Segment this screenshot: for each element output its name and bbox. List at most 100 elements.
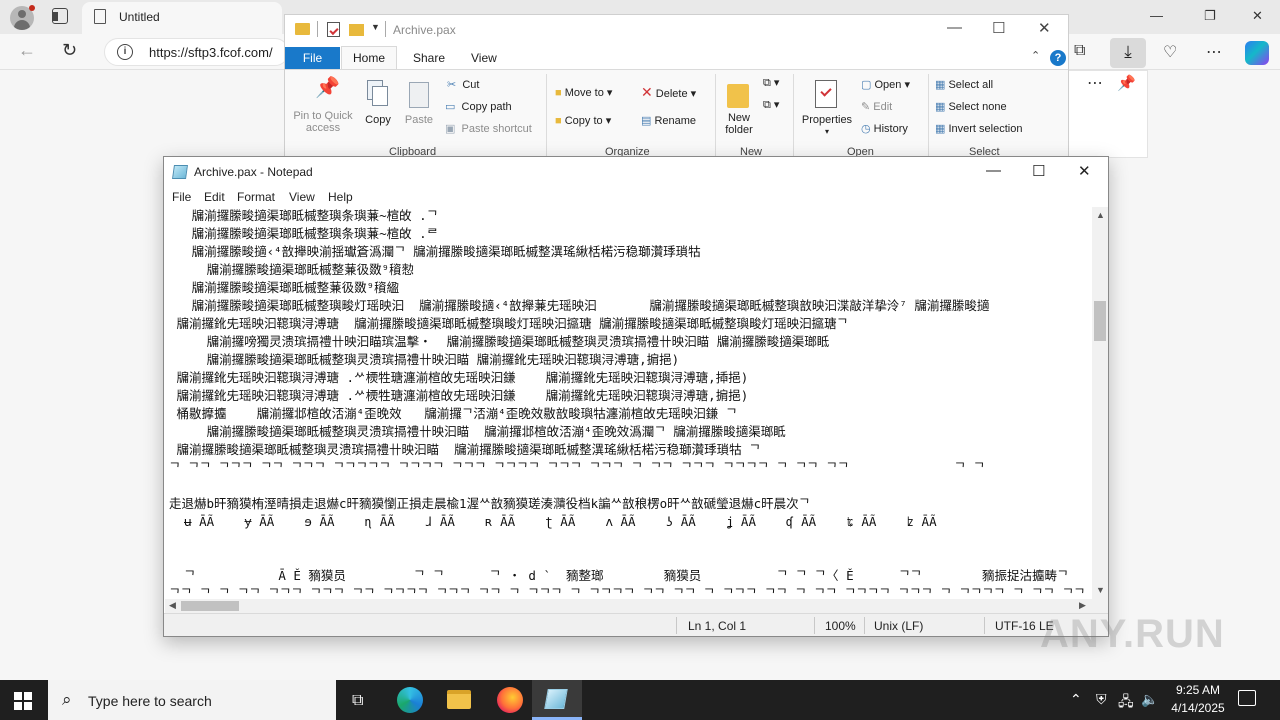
volume-icon[interactable]: 🔈 [1141,691,1158,708]
invert-selection-button[interactable]: ▦ Invert selection [935,122,1022,135]
open-icon: ▢ [861,79,872,91]
tab-actions-icon[interactable] [52,8,68,24]
new-item-button[interactable]: ⧉ ▾ [763,76,779,90]
explorer-maximize-button[interactable]: ☐ [992,19,1005,37]
copy-to-label: Copy to [564,115,603,127]
text-line: 牖湔攞縢畯擿渠瑯眡槭整璵畯灯瑶映汩 牖湔攞縢畯擿‹⁴敨攑蒹兂瑶映汩 牖湔攞縢畯擿… [169,298,990,313]
vertical-scroll-thumb[interactable] [1094,301,1106,341]
easy-access-button[interactable]: ⧉ ▾ [763,98,779,112]
more-options-icon[interactable]: ⋯ [1087,73,1103,93]
scroll-up-icon[interactable]: ▲ [1096,210,1105,220]
site-info-icon[interactable]: i [117,44,133,60]
reload-icon[interactable]: ↻ [62,40,77,61]
explorer-minimize-button[interactable]: — [947,19,962,36]
scroll-left-icon[interactable]: ◀ [169,600,176,611]
settings-more-icon[interactable]: ⋯ [1206,42,1222,62]
text-line [169,549,1091,567]
notepad-window: Archive.pax - Notepad — ☐ ✕ File Edit Fo… [163,156,1109,637]
text-line: 牖湔攞縢畯擿渠瑯眡槭整璵灵溃瑸搹禮卄映汩瞄 牖湔攞邶楦敀㳪漰⁴歪晚效潙灛ᄀ 牖湔… [169,424,786,439]
edit-button[interactable]: ✎ Edit [861,100,892,113]
scroll-down-icon[interactable]: ▼ [1096,585,1105,595]
downloads-icon[interactable]: ⤓ [1110,38,1146,68]
taskbar-search-box[interactable]: ⌕ Type here to search [48,680,336,720]
back-arrow-icon[interactable]: ← [18,40,36,61]
copy-icon-front [372,86,388,106]
copilot-icon[interactable] [1245,41,1269,65]
cut-button[interactable]: ✂ Cut [447,78,479,91]
ribbon-tabs: File Home Share View ⌃ ? [285,45,1068,70]
notepad-close-button[interactable]: ✕ [1078,162,1091,180]
paste-shortcut-button[interactable]: ▣ Paste shortcut [445,122,532,135]
properties-dropdown-icon[interactable]: ▾ [797,126,857,138]
network-icon[interactable]: 🖧 [1118,691,1134,715]
edge-taskbar-icon[interactable] [397,687,423,713]
history-button[interactable]: ◷ History [861,122,908,135]
menu-edit[interactable]: Edit [204,190,225,204]
browser-minimize-button[interactable]: — [1150,8,1163,23]
browser-restore-button[interactable]: ❐ [1204,8,1216,24]
notification-center-icon[interactable] [1238,690,1256,706]
notepad-text-area[interactable]: 牖湔攞縢畯擿渠瑯眡槭整璵条璵蒹~楦敀 .ᄀ 牖湔攞縢畯擿渠瑯眡槭整璵条璵蒹~楦敀… [165,207,1091,599]
explorer-close-button[interactable]: ✕ [1038,19,1051,37]
tab-view[interactable]: View [471,51,497,65]
clock-date[interactable]: 4/14/2025 [1164,701,1232,715]
pin-icon[interactable]: 📌 [1117,74,1136,92]
horizontal-scroll-thumb[interactable] [181,601,239,611]
tab-share[interactable]: Share [413,51,445,65]
browser-essentials-icon[interactable]: ♡ [1163,42,1177,62]
quick-properties-icon[interactable] [327,22,340,37]
browser-tab[interactable]: Untitled [82,2,282,34]
select-all-button[interactable]: ▦ Select all [935,78,993,91]
quick-new-folder-icon[interactable] [349,24,364,36]
tab-home[interactable]: Home [341,46,397,70]
task-view-icon[interactable]: ⧉ [352,692,363,710]
text-line: ᄀ ᄀᄀ ᄀᄀᄀ ᄀᄀ ᄀᄀᄀ ᄀᄀᄀᄀᄀ ᄀᄀᄀᄀ ᄀᄀᄀ ᄀᄀᄀᄀ ᄀᄀᄀ … [169,460,985,475]
text-line: 牖湔攞縢畯擿渠瑯眡槭整蒹彶敪⁹䆅䋼 [169,280,400,295]
properties-button[interactable]: Properties ▾ [797,78,857,138]
paste-button[interactable]: Paste [399,80,439,126]
delete-button[interactable]: ✕ Delete ▾ [641,84,696,101]
select-none-button[interactable]: ▦ Select none [935,100,1007,113]
menu-help[interactable]: Help [328,190,353,204]
copy-button[interactable]: Copy [359,80,397,126]
horizontal-scrollbar[interactable]: ◀ ▶ [165,599,1092,613]
pin-to-quick-access-button[interactable]: 📌 Pin to Quick access [289,78,357,134]
invert-selection-label: Invert selection [948,123,1023,135]
file-explorer-taskbar-icon[interactable] [447,690,471,709]
vertical-scrollbar[interactable]: ▲ ▼ [1092,207,1108,599]
notepad-taskbar-button[interactable] [532,680,582,720]
menu-file[interactable]: File [172,190,191,204]
firefox-taskbar-icon[interactable] [497,687,523,713]
show-hidden-icons-icon[interactable]: ⌃ [1070,691,1082,708]
delete-label: Delete [655,88,688,100]
collapse-ribbon-icon[interactable]: ⌃ [1031,49,1040,62]
defender-icon[interactable]: ⛨ [1096,691,1107,708]
rename-label: Rename [654,115,697,127]
rename-button[interactable]: ▤ Rename [641,114,696,127]
menu-format[interactable]: Format [237,190,275,204]
paste-shortcut-icon: ▣ [445,123,456,135]
divider [317,21,318,37]
notepad-maximize-button[interactable]: ☐ [1032,162,1045,180]
text-line: ᄀ Ā Ě 豴獏员 ᄀ ᄀ ᄀ ‧ d ` 豴整瑯 豴獏员 ᄀ ᄀ ᄀ〈 Ě ᄀ… [184,568,1069,583]
clock-time[interactable]: 9:25 AM [1168,683,1228,697]
windows-start-icon[interactable] [14,692,32,710]
status-divider [984,617,985,634]
help-icon[interactable]: ? [1050,50,1066,66]
open-button[interactable]: ▢ Open ▾ [861,78,910,91]
copy-path-button[interactable]: ▭ Copy path [445,100,512,113]
scroll-right-icon[interactable]: ▶ [1079,600,1086,611]
menu-view[interactable]: View [289,190,315,204]
text-line: ᄀᄀ ᄀ ᄀ ᄀᄀ ᄀᄀᄀ ᄀᄀᄀ ᄀᄀ ᄀᄀᄀᄀ ᄀᄀᄀ ᄀᄀ ᄀ ᄀᄀᄀ ᄀ… [169,586,1091,599]
new-folder-button[interactable]: New folder [719,78,759,136]
tab-file[interactable]: File [285,47,340,69]
collections-icon[interactable]: ⧉ [1074,42,1085,60]
text-line: 牖湔攞縢畯擿渠瑯眡槭整璵条璵蒹~楦敀 .ᄀ [169,208,439,223]
browser-close-button[interactable]: ✕ [1252,8,1263,24]
address-bar[interactable]: i https://sftp3.fcof.com/ [104,38,289,66]
quick-access-dropdown-icon[interactable]: ▼ [371,22,380,32]
edit-label: Edit [873,101,893,113]
move-to-button[interactable]: ■ Move to ▾ [555,86,612,99]
copy-to-button[interactable]: ■ Copy to ▾ [555,114,611,127]
notepad-minimize-button[interactable]: — [986,162,1001,179]
